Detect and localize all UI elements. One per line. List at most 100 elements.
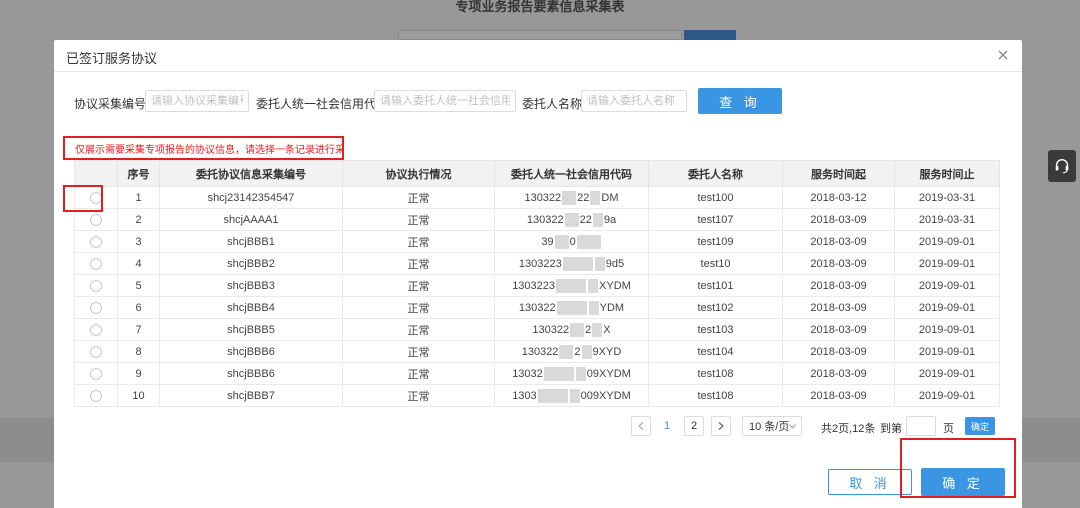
row-start-date: 2018-03-09 [782, 252, 895, 275]
row-client-name: test102 [648, 296, 783, 319]
row-select-cell [74, 230, 118, 253]
chevron-down-icon [789, 424, 796, 429]
redaction-mask [575, 366, 586, 381]
row-agreement-code: shcj23142354547 [159, 186, 343, 209]
table-row[interactable]: 9 shcjBBB6 正常 13032 09XYDM test108 2018-03-09 2… [74, 362, 1000, 385]
redaction-mask [562, 190, 577, 205]
credit-code-part: 0 [569, 235, 576, 248]
credit-code-part: 009XYDM [580, 389, 631, 402]
row-client-name: test10 [648, 252, 783, 275]
table-row[interactable]: 8 shcjBBB6 正常 130322 2 9XYD test104 2018-03-09 2… [74, 340, 1000, 363]
row-radio[interactable] [90, 279, 102, 292]
credit-code-label: 委托人统一社会信用代码: [256, 97, 392, 111]
client-name-input[interactable] [581, 90, 687, 112]
table-row[interactable]: 1 shcj23142354547 正常 130322 22 DM test100 2018-… [74, 186, 1000, 209]
row-radio[interactable] [90, 389, 102, 402]
redaction-mask [569, 388, 580, 403]
table-row[interactable]: 2 shcjAAAA1 正常 130322 22 9a test107 2018-03-09 2… [74, 208, 1000, 231]
row-start-date: 2018-03-09 [782, 230, 895, 253]
credit-code-part: 22 [579, 213, 592, 226]
customer-service-widget[interactable] [1048, 150, 1076, 182]
row-agreement-code: shcjBBB2 [159, 252, 343, 275]
header-end-date: 服务时间止 [894, 160, 1000, 187]
page-size-select[interactable]: 10 条/页 [742, 416, 802, 436]
row-radio[interactable] [90, 257, 102, 270]
row-seq: 2 [117, 208, 160, 231]
row-select-cell [74, 274, 118, 297]
row-status: 正常 [342, 208, 495, 231]
row-credit-code: 130322 22 DM [494, 186, 649, 209]
credit-code-part: 39 [541, 235, 554, 248]
redaction-mask [564, 212, 579, 227]
row-client-name: test108 [648, 362, 783, 385]
table-header-row: 序号 委托协议信息采集编号 协议执行情况 委托人统一社会信用代码 委托人名称 服… [74, 160, 1000, 187]
row-end-date: 2019-09-01 [894, 230, 1000, 253]
row-seq: 7 [117, 318, 160, 341]
row-radio[interactable] [90, 301, 102, 314]
pagination-summary: 共2页,12条 [821, 423, 876, 435]
row-radio[interactable] [90, 345, 102, 358]
table-row[interactable]: 6 shcjBBB4 正常 130322 YDM test102 2018-03-09 201… [74, 296, 1000, 319]
row-credit-code: 130322 2 X [494, 318, 649, 341]
redaction-mask [581, 344, 592, 359]
redaction-mask [559, 344, 574, 359]
row-agreement-code: shcjBBB7 [159, 384, 343, 407]
header-credit-code: 委托人统一社会信用代码 [494, 160, 649, 187]
row-start-date: 2018-03-09 [782, 384, 895, 407]
query-button[interactable]: 查 询 [698, 88, 782, 114]
row-credit-code: 39 0 [494, 230, 649, 253]
dialog-title: 已签订服务协议 [66, 51, 158, 66]
row-start-date: 2018-03-09 [782, 362, 895, 385]
row-agreement-code: shcjBBB6 [159, 340, 343, 363]
agreement-no-input[interactable] [145, 90, 249, 112]
table-row[interactable]: 10 shcjBBB7 正常 1303 009XYDM test108 2018-03-09… [74, 384, 1000, 407]
goto-confirm-button[interactable]: 确定 [965, 417, 995, 435]
redaction-mask [554, 234, 569, 249]
header-seq: 序号 [117, 160, 160, 187]
row-client-name: test104 [648, 340, 783, 363]
close-icon [998, 50, 1008, 60]
row-select-cell [74, 362, 118, 385]
row-select-cell [74, 318, 118, 341]
goto-page-input[interactable] [906, 416, 936, 436]
credit-code-part: DM [601, 191, 619, 204]
prev-page-button[interactable] [631, 416, 651, 436]
row-radio[interactable] [90, 323, 102, 336]
row-start-date: 2018-03-09 [782, 296, 895, 319]
filter-bar: 协议采集编号: 委托人统一社会信用代码: 委托人名称: 查 询 [54, 88, 1022, 116]
row-radio[interactable] [90, 367, 102, 380]
agreement-no-label: 协议采集编号: [74, 97, 150, 111]
credit-code-part: 130322 [532, 323, 570, 336]
row-radio[interactable] [90, 235, 102, 248]
close-button[interactable] [994, 46, 1012, 64]
redaction-mask [562, 256, 593, 271]
credit-code-part: XYDM [599, 279, 631, 292]
row-agreement-code: shcjBBB5 [159, 318, 343, 341]
row-start-date: 2018-03-09 [782, 274, 895, 297]
row-end-date: 2019-09-01 [894, 318, 1000, 341]
row-client-name: test108 [648, 384, 783, 407]
header-client-name: 委托人名称 [648, 160, 783, 187]
page-2-button[interactable]: 2 [684, 416, 704, 436]
next-page-button[interactable] [711, 416, 731, 436]
credit-code-part: 130322 [524, 191, 562, 204]
row-end-date: 2019-09-01 [894, 384, 1000, 407]
notice-banner: 仅展示需要采集专项报告的协议信息，请选择一条记录进行采集! [63, 136, 344, 160]
credit-code-part: YDM [599, 301, 625, 314]
redaction-mask [590, 190, 601, 205]
credit-code-input[interactable] [374, 90, 516, 112]
table-row[interactable]: 7 shcjBBB5 正常 130322 2 Xtest103 2018-03-09 2019… [74, 318, 1000, 341]
table-row[interactable]: 3 shcjBBB1 正常 39 0 test109 2018-03-09 2019-09-0… [74, 230, 1000, 253]
row-start-date: 2018-03-09 [782, 318, 895, 341]
headset-icon [1055, 159, 1069, 174]
redaction-mask [592, 322, 603, 337]
table-row[interactable]: 5 shcjBBB3 正常 1303223 XYDM test101 2018-03-09 2… [74, 274, 1000, 297]
row-select-cell [74, 252, 118, 275]
page-1-button[interactable]: 1 [657, 416, 677, 436]
redaction-mask [594, 256, 605, 271]
row-radio[interactable] [90, 213, 102, 226]
row-credit-code: 130322 22 9a [494, 208, 649, 231]
redaction-mask [570, 322, 585, 337]
signed-agreements-dialog: 已签订服务协议 协议采集编号: 委托人统一社会信用代码: 委托人名称: 查 询 … [54, 40, 1022, 508]
table-row[interactable]: 4 shcjBBB2 正常 1303223 9d5 test10 2018-03-09 201… [74, 252, 1000, 275]
